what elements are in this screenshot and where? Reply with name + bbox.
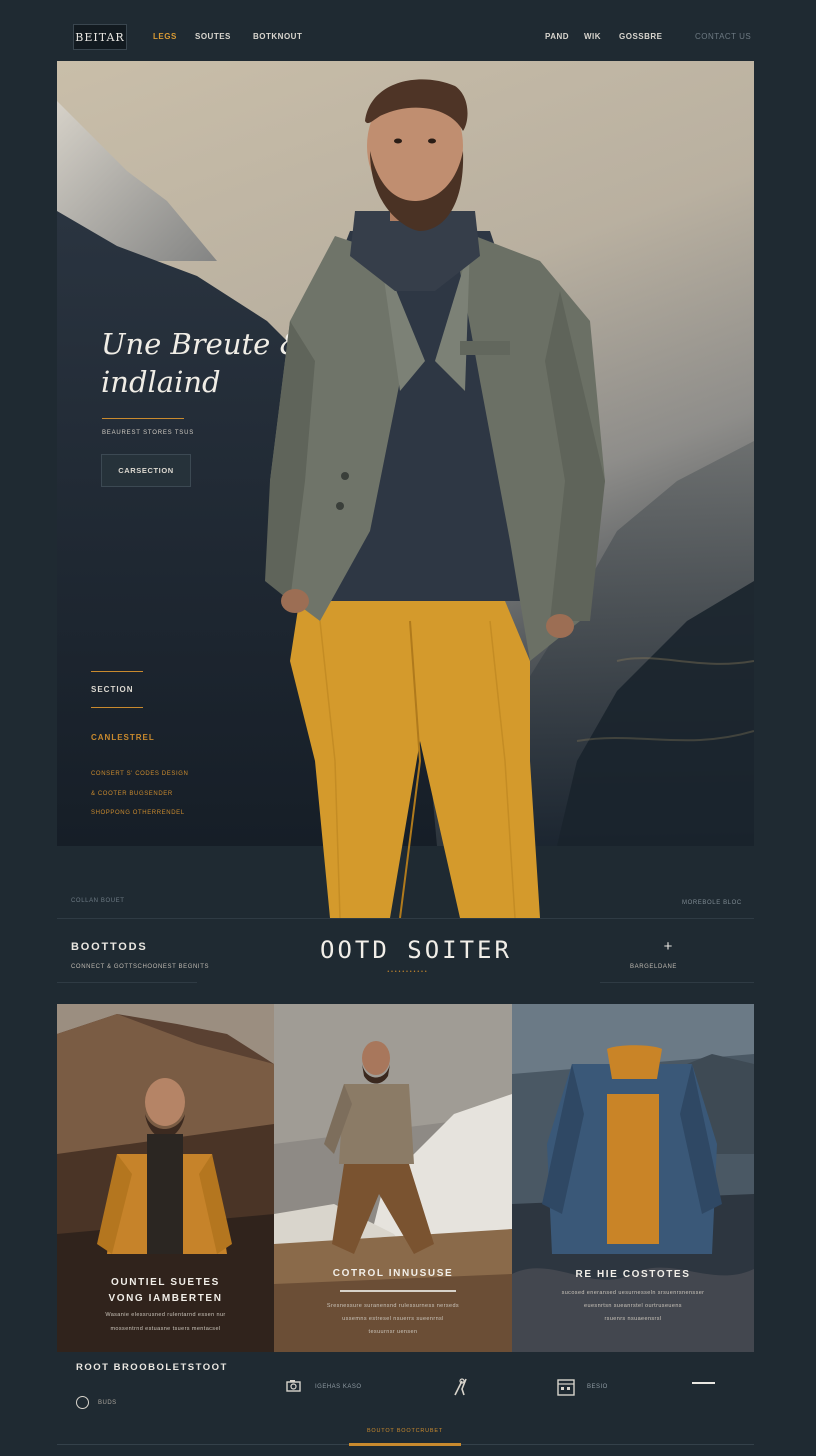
side-link-2[interactable]: & COOTER BUGSENDER [91,791,173,797]
section-divider [57,918,754,919]
side-rule-bottom [91,707,143,708]
footer-radio-button[interactable] [76,1396,89,1409]
side-link-1[interactable]: CONSERT S' CODES DESIGN [91,771,188,777]
section-title: OOTD SOITER [320,936,512,964]
calendar-icon[interactable] [556,1377,576,1402]
nav-link-gossbre[interactable]: GOSSBRE [619,32,663,41]
section-title-dots: ••••••••••• [387,969,429,975]
card-3-title: RE HIE COSTOTES [575,1269,691,1280]
hero-cta-button[interactable]: CARSECTION [101,454,191,487]
hero-banner: Une Breute & indlaind BEAUREST STORES TS… [57,61,754,846]
footer-item-1-label[interactable]: IGEHAS KASO [315,1384,362,1390]
card-1-title-line-2: VONG IAMBERTEN [108,1293,223,1304]
add-button[interactable]: + [660,938,676,956]
right-underline [600,982,754,983]
footer-active-tab-label[interactable]: BOUTOT BOOTCRUBET [349,1428,461,1434]
card-autumn-jacket[interactable]: OUNTIEL SUETES VONG IAMBERTEN Wasanie el… [57,1004,274,1352]
card-3-text-2: euesnrtsn sueanrstel ourtruseuens [584,1303,682,1309]
card-1-title-line-1: OUNTIEL SUETES [111,1277,220,1288]
card-image-snow-ridge [274,1004,512,1352]
card-2-title: COTROL INNUSUSE [332,1268,454,1279]
tools-icon[interactable] [452,1377,470,1402]
hero-subtitle: BEAUREST STORES TSUS [102,430,195,436]
card-1-text-1: Wasanie elessrusned rulentarnd essen nur [105,1312,226,1318]
card-snow-hiker[interactable]: COTROL INNUSUSE Sresnessure suranensnd r… [274,1004,512,1352]
card-2-rule [340,1290,456,1292]
card-3-text-1: sucosed eneransed uesurnesseln srsuenrsn… [561,1290,705,1296]
card-2-text-1: Sresnessure suranensnd rulessurness ners… [326,1303,460,1309]
hero-headline-line-1: Une Breute & [101,327,306,361]
card-image-jacket-on-moor [512,1004,754,1352]
footer-title: ROOT BROOBOLETSTOOT [76,1362,228,1373]
section-meta-right[interactable]: MOREBOLE BLOC [682,900,742,906]
card-2-text-3: tesuurnsr uensen [368,1329,418,1335]
card-3-text-3: rsuenrs nsuaeensrsl [604,1316,662,1322]
card-2-text-2: ussemns estresel nsuerrs sueenrnsl [342,1316,444,1322]
camera-icon[interactable] [286,1378,302,1399]
side-section-label[interactable]: SECTION [91,685,134,694]
hero-accent-rule [102,418,184,419]
menu-dash-icon[interactable] [692,1382,715,1384]
left-underline [57,982,197,983]
hero-headline: Une Breute & indlaind [101,325,321,401]
section-meta-left: COLLAN BOUET [71,898,125,904]
nav-utility-link[interactable]: CONTACT US [695,32,751,41]
nav-link-wik[interactable]: WIK [584,32,601,41]
side-rule-top [91,671,143,672]
nav-link-pand[interactable]: PAND [545,32,569,41]
card-1-text-2: mossentrnd estuasne tsuers mentacsel [110,1326,221,1332]
nav-link-botknout[interactable]: BOTKNOUT [253,32,302,41]
section-right-subtitle[interactable]: BARGELDANE [630,964,677,970]
footer-active-indicator [349,1443,461,1446]
footer-radio-label: BUDS [98,1400,117,1406]
footer-item-3-label[interactable]: BESIO [587,1384,608,1390]
top-navigation: BEITAR LEGS SOUTES BOTKNOUT PAND WIK GOS… [0,0,816,60]
brand-logo[interactable]: BEITAR [73,24,127,50]
hero-headline-line-2: indlaind [101,365,221,399]
card-parka[interactable]: RE HIE COSTOTES sucosed eneransed uesurn… [512,1004,754,1352]
side-link-3[interactable]: SHOPPONG OTHERRENDEL [91,810,185,816]
nav-link-soutes[interactable]: SOUTES [195,32,231,41]
side-orange-label[interactable]: CANLESTREL [91,733,155,742]
nav-link-legs[interactable]: LEGS [153,32,177,41]
